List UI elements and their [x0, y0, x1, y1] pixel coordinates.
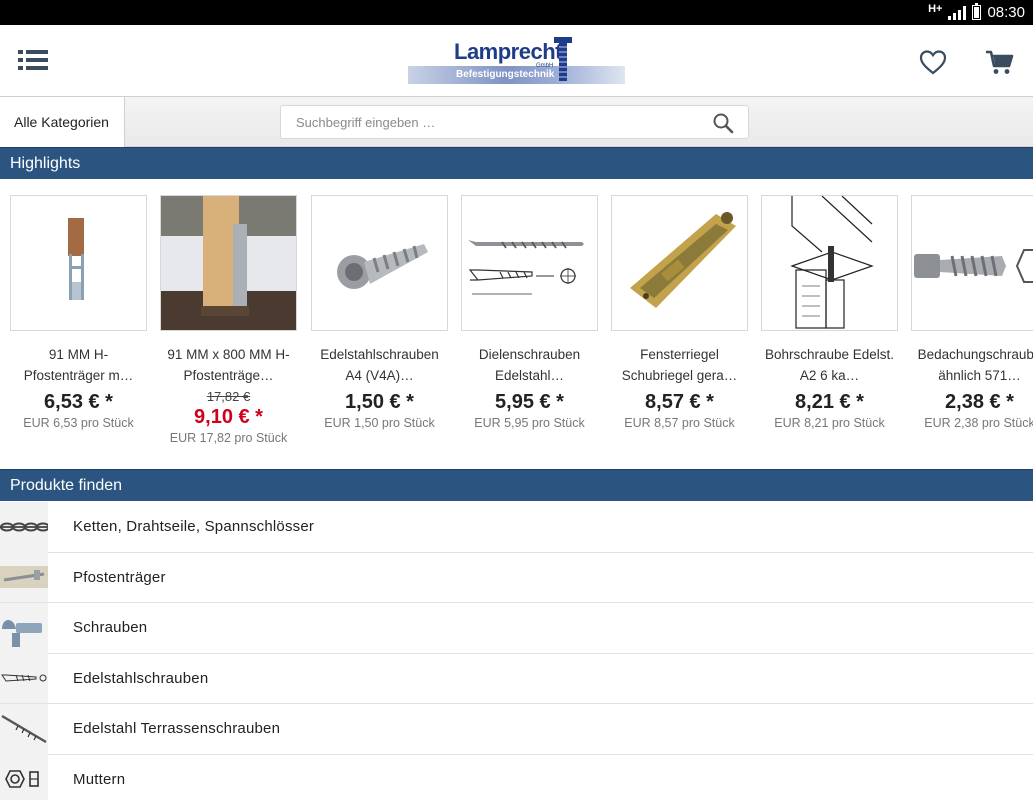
- product-unit-price: EUR 8,21 pro Stück: [774, 416, 885, 430]
- product-image: [160, 195, 297, 331]
- product-image: [10, 195, 147, 331]
- category-label: Schrauben: [73, 619, 148, 637]
- product-price: 1,50 € *: [345, 391, 414, 413]
- cart-icon: [986, 50, 1014, 74]
- category-item-post-supports[interactable]: Pfostenträger: [0, 552, 1033, 603]
- heart-icon: [919, 50, 947, 75]
- product-card[interactable]: Dielenschrauben Edelstahl… 5,95 € * EUR …: [461, 195, 598, 432]
- category-item-stainless-screws[interactable]: Edelstahlschrauben: [0, 653, 1033, 704]
- product-title: Fensterriegel Schubriegel gera…: [621, 347, 738, 383]
- product-title: Dielenschrauben Edelstahl…: [478, 347, 581, 383]
- product-card[interactable]: Bohrschraube Edelst. A2 6 ka… 8,21 € * E…: [761, 195, 898, 432]
- status-right: H+ 08:30: [928, 0, 1025, 25]
- product-price: 2,38 € *: [945, 391, 1014, 413]
- product-card[interactable]: 91 MM x 800 MM H-Pfostenträge… 17,82 € 9…: [160, 195, 297, 447]
- product-unit-price: EUR 5,95 pro Stück: [474, 416, 585, 430]
- find-products-header: Produkte finden: [0, 469, 1033, 501]
- product-title: Bedachungschraube ähnlich 571…: [917, 347, 1033, 383]
- all-categories-button[interactable]: Alle Kategorien: [0, 97, 125, 147]
- brand-logo[interactable]: Lamprecht GmbH Befestigungstechnik: [408, 37, 625, 84]
- product-image: [761, 195, 898, 331]
- logo-name: Lamprecht: [454, 39, 562, 64]
- product-price: 5,95 € *: [495, 391, 564, 413]
- product-sale-price: 9,10 € *: [194, 406, 263, 428]
- filter-bar: Alle Kategorien: [0, 97, 1033, 147]
- product-unit-price: EUR 2,38 pro Stück: [924, 416, 1033, 430]
- product-unit-price: EUR 1,50 pro Stück: [324, 416, 435, 430]
- status-bar: H+ 08:30: [0, 0, 1033, 25]
- screw-icon: [0, 602, 48, 653]
- category-item-nuts[interactable]: Muttern: [0, 754, 1033, 800]
- app-header: Lamprecht GmbH Befestigungstechnik: [0, 25, 1033, 97]
- nut-icon: [0, 754, 48, 800]
- menu-button[interactable]: [18, 49, 48, 75]
- search-box: [280, 105, 749, 139]
- post-support-icon: [0, 552, 48, 603]
- search-icon[interactable]: [712, 112, 734, 134]
- product-title: Edelstahlschrauben A4 (V4A)…: [320, 347, 439, 383]
- category-item-chains[interactable]: Ketten, Drahtseile, Spannschlösser: [0, 501, 1033, 553]
- category-list: Ketten, Drahtseile, Spannschlösser Pfost…: [0, 501, 1033, 800]
- product-title: Bohrschraube Edelst. A2 6 ka…: [764, 347, 895, 383]
- product-image: [611, 195, 748, 331]
- battery-icon: [972, 3, 982, 20]
- signal-icon: [948, 5, 967, 20]
- category-item-screws[interactable]: Schrauben: [0, 602, 1033, 654]
- cart-button[interactable]: [984, 47, 1016, 77]
- search-input[interactable]: [281, 106, 701, 138]
- product-title: 91 MM x 800 MM H-Pfostenträge…: [167, 347, 290, 383]
- category-label: Muttern: [73, 770, 126, 788]
- product-image: [311, 195, 448, 331]
- product-card[interactable]: Edelstahlschrauben A4 (V4A)… 1,50 € * EU…: [311, 195, 448, 432]
- product-unit-price: EUR 8,57 pro Stück: [624, 416, 735, 430]
- highlights-carousel[interactable]: 91 MM H-Pfostenträger m… 6,53 € * EUR 6,…: [0, 180, 1033, 469]
- stainless-screw-icon: [0, 653, 48, 704]
- clock: 08:30: [987, 4, 1025, 21]
- product-price: 6,53 € *: [44, 391, 113, 413]
- product-price: 8,57 € *: [645, 391, 714, 413]
- logo-subtitle: Befestigungstechnik: [456, 69, 555, 80]
- network-type: H+: [928, 2, 943, 15]
- product-card[interactable]: Bedachungschraube ähnlich 571… 2,38 € * …: [911, 195, 1033, 432]
- category-item-terrace-screws[interactable]: Edelstahl Terrassenschrauben: [0, 703, 1033, 755]
- product-card[interactable]: 91 MM H-Pfostenträger m… 6,53 € * EUR 6,…: [10, 195, 147, 432]
- category-label: Pfostenträger: [73, 568, 166, 586]
- product-price: 8,21 € *: [795, 391, 864, 413]
- product-old-price: 17,82 €: [206, 389, 251, 404]
- terrace-screw-icon: [0, 703, 48, 754]
- product-card[interactable]: Fensterriegel Schubriegel gera… 8,57 € *…: [611, 195, 748, 432]
- product-image: [911, 195, 1033, 331]
- category-label: Ketten, Drahtseile, Spannschlösser: [73, 518, 315, 536]
- category-label: Edelstahlschrauben: [73, 669, 209, 687]
- product-unit-price: EUR 17,82 pro Stück: [169, 431, 288, 445]
- wishlist-button[interactable]: [918, 47, 948, 77]
- product-image: [461, 195, 598, 331]
- category-label: Edelstahl Terrassenschrauben: [73, 720, 281, 738]
- highlights-header: Highlights: [0, 147, 1033, 179]
- product-unit-price: EUR 6,53 pro Stück: [23, 416, 134, 430]
- product-title: 91 MM H-Pfostenträger m…: [23, 347, 134, 383]
- chain-icon: [0, 501, 48, 552]
